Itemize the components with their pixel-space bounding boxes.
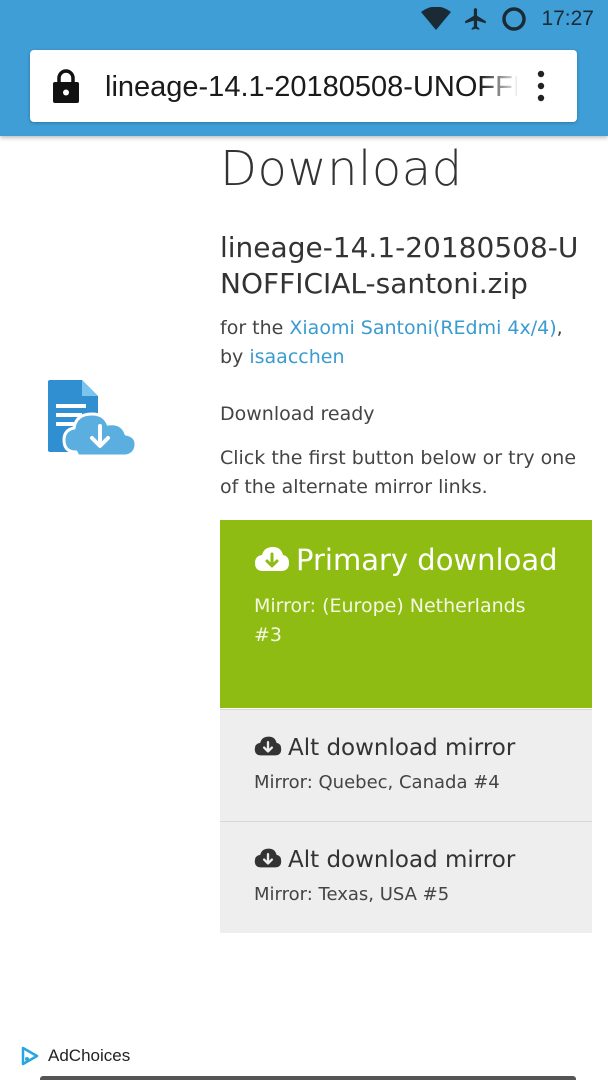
- instructions: Click the first button below or try one …: [220, 447, 577, 498]
- clock: 17:27: [541, 7, 594, 30]
- status-icons: 17:27: [421, 6, 594, 32]
- overflow-menu-icon[interactable]: [534, 70, 548, 102]
- author-link[interactable]: isaacchen: [249, 346, 344, 368]
- browser-chrome: 17:27 lineage-14.1-20180508-UNOFFICIAL-s…: [0, 0, 608, 136]
- page-title: Download: [220, 141, 463, 197]
- alt-download-label-row[interactable]: Alt download mirror: [254, 844, 558, 876]
- primary-download-label[interactable]: Primary download: [296, 543, 558, 577]
- alt-mirror-label: Mirror: Quebec, Canada #4: [254, 772, 500, 793]
- primary-download-button[interactable]: Primary download Mirror: (Europe) Nether…: [220, 520, 592, 708]
- cloud-download-icon: [254, 736, 282, 756]
- primary-download-label-row[interactable]: Primary download: [254, 542, 558, 578]
- device-link[interactable]: Xiaomi Santoni(REdmi 4x/4): [289, 317, 556, 339]
- airplane-icon: [465, 8, 487, 30]
- download-info: Download lineage-14.1-20180508-UNOFFICIA…: [220, 140, 592, 502]
- alt-download-label-row[interactable]: Alt download mirror: [254, 732, 558, 764]
- status-bar: 17:27: [0, 0, 608, 40]
- url-text[interactable]: lineage-14.1-20180508-UNOFFICIAL-santoni…: [105, 67, 517, 107]
- alt-mirror-label: Mirror: Texas, USA #5: [254, 884, 450, 905]
- alt-download-label[interactable]: Alt download mirror: [288, 735, 515, 761]
- url-fade: [480, 64, 520, 108]
- lock-icon: [53, 69, 79, 103]
- cloud-download-icon: [255, 547, 289, 571]
- primary-mirror-label: Mirror: (Europe) Netherlands #3: [254, 595, 526, 646]
- for-prefix: for the: [220, 317, 290, 339]
- cloud-download-icon: [254, 848, 282, 868]
- ad-banner-edge: [40, 1076, 576, 1080]
- alt-download-button-2[interactable]: Alt download mirror Mirror: Texas, USA #…: [220, 821, 592, 933]
- alt-download-label[interactable]: Alt download mirror: [288, 847, 515, 873]
- do-not-disturb-icon: [502, 7, 527, 31]
- wifi-icon: [421, 7, 452, 30]
- alt-download-button-1[interactable]: Alt download mirror Mirror: Quebec, Cana…: [220, 709, 592, 821]
- file-download-icon: [48, 380, 138, 458]
- device-line: for the Xiaomi Santoni(REdmi 4x/4), by i…: [220, 314, 592, 372]
- adchoices-icon: [21, 1046, 39, 1066]
- file-name: lineage-14.1-20180508-UNOFFICIAL-santoni…: [220, 231, 579, 300]
- address-bar[interactable]: lineage-14.1-20180508-UNOFFICIAL-santoni…: [30, 50, 577, 122]
- adchoices-label[interactable]: AdChoices: [48, 1046, 130, 1066]
- adchoices-link[interactable]: AdChoices: [20, 1046, 130, 1066]
- download-status: Download ready: [220, 403, 375, 425]
